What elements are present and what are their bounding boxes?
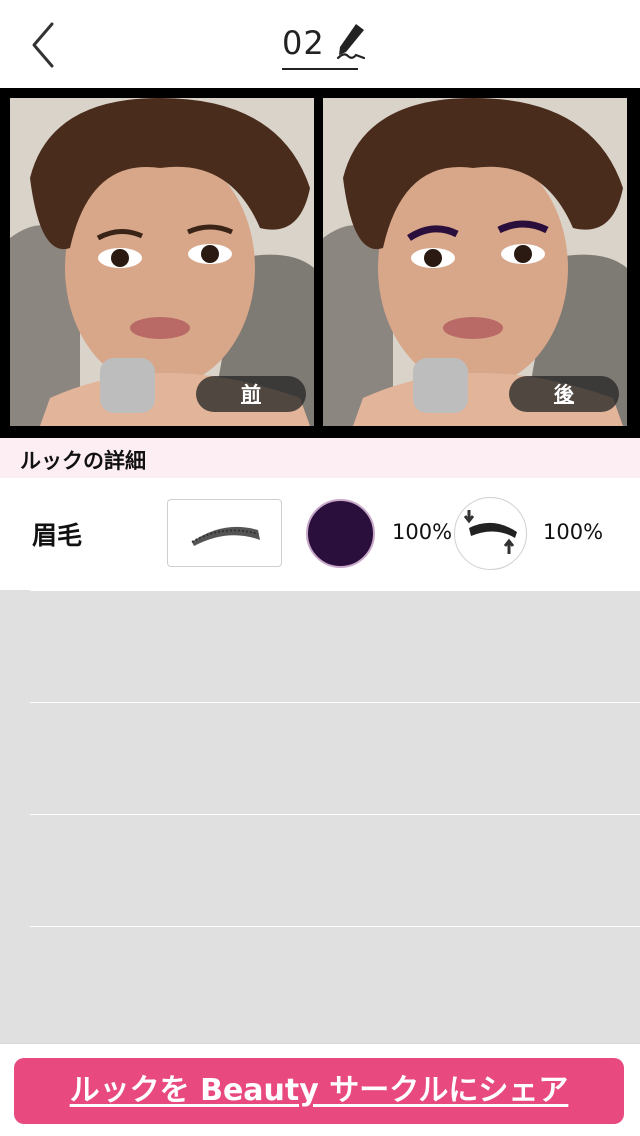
shape-value: 100% — [543, 520, 604, 544]
row-divider — [30, 814, 640, 815]
after-photo: 後 — [323, 98, 627, 426]
back-button[interactable] — [22, 20, 66, 70]
title-underline — [282, 68, 358, 70]
chevron-left-icon — [32, 22, 54, 68]
before-photo: 前 — [10, 98, 314, 426]
empty-list-area — [0, 590, 640, 1040]
section-title: ルックの詳細 — [20, 449, 146, 473]
look-title: 02 — [282, 24, 325, 62]
eyebrow-adjust-button[interactable] — [454, 497, 527, 570]
share-to-beauty-circle-button[interactable]: ルックを Beauty サークルにシェア — [14, 1058, 624, 1124]
eyebrow-style-button[interactable] — [167, 499, 282, 567]
eyebrow-adjust-icon — [463, 510, 517, 554]
before-after-photos: 前 後 — [0, 88, 640, 438]
eyebrow-shape-icon — [191, 526, 260, 546]
row-divider — [30, 590, 640, 591]
row-divider — [30, 702, 640, 703]
after-label[interactable]: 後 — [509, 376, 619, 412]
row-divider — [30, 926, 640, 927]
before-label[interactable]: 前 — [196, 376, 306, 412]
look-title-edit[interactable]: 02 — [282, 18, 366, 72]
row-label: 眉毛 — [32, 521, 83, 550]
opacity-value: 100% — [392, 520, 453, 544]
eyebrow-color-swatch[interactable] — [306, 499, 375, 568]
bottom-bar: ルックを Beauty サークルにシェア — [0, 1043, 640, 1136]
header: 02 — [0, 0, 640, 88]
look-detail-screen: 02 前 後 ルックの詳細 眉毛 100% 100% ルックを Beauty サ… — [0, 0, 640, 1136]
eyebrow-detail-row[interactable]: 眉毛 100% 100% — [0, 478, 640, 590]
section-header: ルックの詳細 — [0, 438, 640, 478]
pencil-icon — [336, 24, 366, 60]
